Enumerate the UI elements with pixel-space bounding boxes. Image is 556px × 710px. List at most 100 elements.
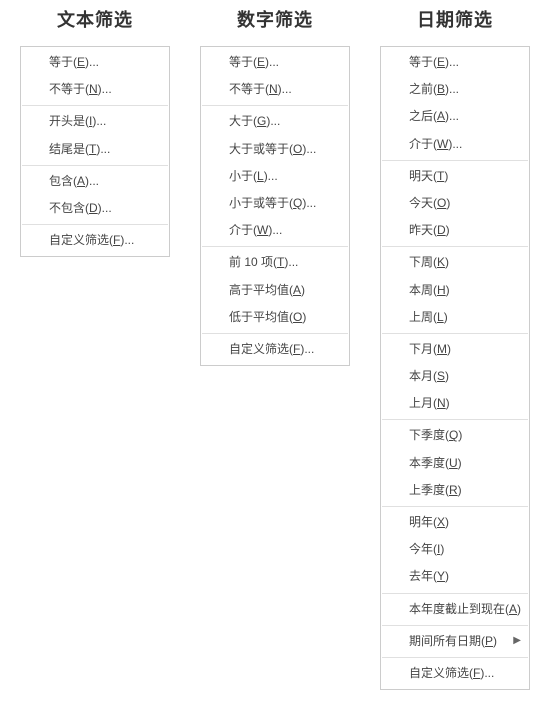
menu-separator: [22, 165, 168, 166]
menu-separator: [22, 105, 168, 106]
menu-item-label: 介于(W)...: [229, 221, 282, 240]
menu-item-label: 昨天(D): [409, 221, 450, 240]
menu-item-label: 上周(L): [409, 308, 448, 327]
menu-separator: [382, 657, 528, 658]
menu-item[interactable]: 等于(E)...: [201, 49, 349, 76]
menu-separator: [202, 333, 348, 334]
menu-item-label: 下月(M): [409, 340, 451, 359]
menu-item-label: 低于平均值(O): [229, 308, 306, 327]
menu-separator: [382, 419, 528, 420]
menu-item[interactable]: 明年(X): [381, 509, 529, 536]
menu-item[interactable]: 上月(N): [381, 390, 529, 417]
menu-item-label: 本周(H): [409, 281, 450, 300]
menu-item-label: 明天(T): [409, 167, 448, 186]
menu-item-label: 下周(K): [409, 253, 449, 272]
menu-item[interactable]: 小于(L)...: [201, 163, 349, 190]
menu-item[interactable]: 前 10 项(T)...: [201, 249, 349, 276]
number-filter-heading: 数字筛选: [237, 6, 313, 32]
chevron-right-icon: ▶: [513, 633, 521, 649]
menu-item-label: 小于(L)...: [229, 167, 278, 186]
menu-item[interactable]: 不等于(N)...: [201, 76, 349, 103]
menu-item-label: 本季度(U): [409, 454, 462, 473]
menu-item[interactable]: 本周(H): [381, 277, 529, 304]
menu-item[interactable]: 自定义筛选(F)...: [381, 660, 529, 687]
menu-item-label: 去年(Y): [409, 567, 449, 586]
menu-item-label: 之前(B)...: [409, 80, 459, 99]
menu-item[interactable]: 之前(B)...: [381, 76, 529, 103]
menu-item-label: 大于或等于(O)...: [229, 140, 316, 159]
menu-item[interactable]: 低于平均值(O): [201, 304, 349, 331]
menu-item-label: 介于(W)...: [409, 135, 462, 154]
menu-item-label: 高于平均值(A): [229, 281, 305, 300]
menu-item[interactable]: 昨天(D): [381, 217, 529, 244]
number-filter-column: 数字筛选等于(E)... 不等于(N)... 大于(G)... 大于或等于(O)...…: [200, 6, 350, 366]
menu-item-label: 自定义筛选(F)...: [49, 231, 134, 250]
menu-separator: [382, 506, 528, 507]
menu-item-label: 小于或等于(Q)...: [229, 194, 316, 213]
text-filter-menu: 等于(E)... 不等于(N)... 开头是(I)...结尾是(T)... 包含(A)…: [20, 46, 170, 257]
menu-item[interactable]: 结尾是(T)...: [21, 136, 169, 163]
menu-item[interactable]: 不包含(D)...: [21, 195, 169, 222]
menu-item[interactable]: 本月(S): [381, 363, 529, 390]
menu-item[interactable]: 不等于(N)...: [21, 76, 169, 103]
menu-item[interactable]: 今年(I): [381, 536, 529, 563]
menu-item[interactable]: 等于(E)...: [21, 49, 169, 76]
menu-item-label: 等于(E)...: [49, 53, 99, 72]
menu-item[interactable]: 自定义筛选(F)...: [201, 336, 349, 363]
menu-separator: [382, 625, 528, 626]
number-filter-menu: 等于(E)... 不等于(N)... 大于(G)... 大于或等于(O)... 小于(L…: [200, 46, 350, 366]
text-filter-heading: 文本筛选: [57, 6, 133, 32]
menu-item-label: 不包含(D)...: [49, 199, 112, 218]
menu-item[interactable]: 开头是(I)...: [21, 108, 169, 135]
menu-item[interactable]: 大于(G)...: [201, 108, 349, 135]
menu-item-label: 上季度(R): [409, 481, 462, 500]
menu-item-label: 自定义筛选(F)...: [229, 340, 314, 359]
menu-item[interactable]: 本季度(U): [381, 450, 529, 477]
menu-item[interactable]: 介于(W)...: [201, 217, 349, 244]
menu-item[interactable]: 介于(W)...: [381, 131, 529, 158]
menu-item-label: 下季度(Q): [409, 426, 462, 445]
menu-item[interactable]: 去年(Y): [381, 563, 529, 590]
menu-separator: [202, 105, 348, 106]
menu-item[interactable]: 明天(T): [381, 163, 529, 190]
menu-separator: [382, 593, 528, 594]
date-filter-menu: 等于(E)... 之前(B)... 之后(A)... 介于(W)... 明天(T) 今天(…: [380, 46, 530, 690]
menu-item[interactable]: 高于平均值(A): [201, 277, 349, 304]
menu-item[interactable]: 下月(M): [381, 336, 529, 363]
menu-item-label: 今年(I): [409, 540, 444, 559]
menu-item[interactable]: 本年度截止到现在(A): [381, 596, 529, 623]
menu-item-label: 不等于(N)...: [49, 80, 112, 99]
menu-item-label: 自定义筛选(F)...: [409, 664, 494, 683]
menu-item[interactable]: 下周(K): [381, 249, 529, 276]
menu-separator: [382, 333, 528, 334]
menu-item[interactable]: 之后(A)...: [381, 103, 529, 130]
menu-separator: [202, 246, 348, 247]
date-filter-heading: 日期筛选: [417, 6, 493, 32]
menu-item[interactable]: 小于或等于(Q)...: [201, 190, 349, 217]
menu-item-label: 本年度截止到现在(A): [409, 600, 521, 619]
menu-item-label: 前 10 项(T)...: [229, 253, 298, 272]
menu-item-label: 期间所有日期(P): [409, 632, 497, 651]
menu-item-label: 本月(S): [409, 367, 449, 386]
menu-item[interactable]: 大于或等于(O)...: [201, 136, 349, 163]
menu-item-label: 等于(E)...: [409, 53, 459, 72]
menu-separator: [382, 160, 528, 161]
menu-item[interactable]: 上周(L): [381, 304, 529, 331]
menu-item[interactable]: 下季度(Q): [381, 422, 529, 449]
menu-item[interactable]: 今天(O): [381, 190, 529, 217]
menu-item[interactable]: 包含(A)...: [21, 168, 169, 195]
menu-item[interactable]: 自定义筛选(F)...: [21, 227, 169, 254]
date-filter-column: 日期筛选等于(E)... 之前(B)... 之后(A)... 介于(W)... 明天(T…: [380, 6, 530, 690]
menu-item[interactable]: 期间所有日期(P) ▶: [381, 628, 529, 655]
menu-item-label: 不等于(N)...: [229, 80, 292, 99]
menu-item-label: 今天(O): [409, 194, 450, 213]
menu-item-label: 上月(N): [409, 394, 450, 413]
menu-item[interactable]: 等于(E)...: [381, 49, 529, 76]
menu-item[interactable]: 上季度(R): [381, 477, 529, 504]
menu-item-label: 大于(G)...: [229, 112, 280, 131]
text-filter-column: 文本筛选等于(E)... 不等于(N)... 开头是(I)...结尾是(T)... 包…: [20, 6, 170, 257]
menu-separator: [382, 246, 528, 247]
menu-item-label: 明年(X): [409, 513, 449, 532]
menu-item-label: 之后(A)...: [409, 107, 459, 126]
menu-item-label: 包含(A)...: [49, 172, 99, 191]
